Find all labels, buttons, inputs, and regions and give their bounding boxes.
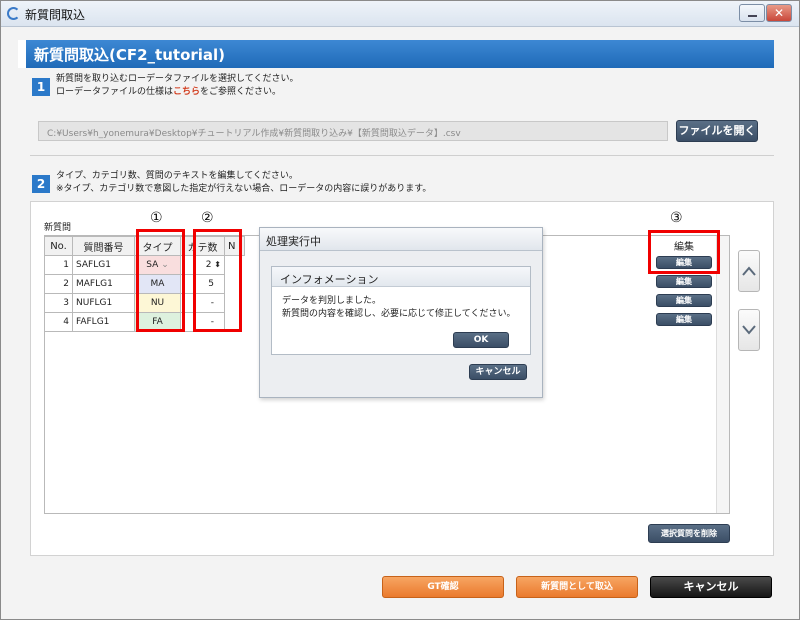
processing-dialog-title: 処理実行中: [260, 228, 542, 251]
cancel-button[interactable]: キャンセル: [650, 576, 772, 598]
chevron-up-icon: [742, 266, 756, 276]
highlight-type-column: [136, 229, 185, 332]
gt-check-button[interactable]: GT確認: [382, 576, 504, 598]
title-bar: 新質問取込 ✕: [1, 1, 799, 27]
row-id: FAFLG1: [72, 312, 135, 332]
step-1-line2-text: ローデータファイルの仕様は: [56, 87, 174, 97]
step-2-line2: ※タイプ、カテゴリ数で意図した指定が行えない場合、ローデータの内容に誤りがありま…: [56, 184, 432, 194]
section-label: 新質問: [44, 223, 72, 233]
page-title: 新質問取込(CF2_tutorial): [34, 46, 226, 64]
info-dialog-title: インフォメーション: [272, 267, 530, 287]
step-1-instructions: 新質問を取り込むローデータファイルを選択してください。 ローデータファイルの仕様…: [56, 73, 298, 99]
list-scrollbar[interactable]: [716, 236, 729, 513]
highlight-edit-column: [648, 230, 720, 274]
page-header: 新質問取込(CF2_tutorial): [18, 40, 774, 68]
move-up-button[interactable]: [738, 250, 760, 292]
row-id: NUFLG1: [72, 293, 135, 313]
marker-1: ①: [150, 210, 163, 226]
row-no: 2: [44, 274, 73, 294]
marker-3: ③: [670, 210, 683, 226]
app-icon: [7, 7, 20, 20]
col-no: No.: [44, 236, 73, 256]
col-id: 質問番号: [72, 236, 135, 256]
close-icon: ✕: [773, 6, 785, 20]
step-1-line1: 新質問を取り込むローデータファイルを選択してください。: [56, 74, 299, 84]
row-no: 1: [44, 255, 73, 275]
step-2-instructions: タイプ、カテゴリ数、質問のテキストを編集してください。 ※タイプ、カテゴリ数で意…: [56, 170, 431, 196]
delete-selected-button[interactable]: 選択質問を削除: [648, 524, 730, 543]
import-button[interactable]: 新質問として取込: [516, 576, 638, 598]
step-1-line2: ローデータファイルの仕様はこちらをご参照ください。: [56, 86, 298, 99]
step-1-line2-suffix: をご参照ください。: [200, 87, 282, 97]
info-message: データを判別しました。 新質問の内容を確認し、必要に応じて修正してください。: [282, 295, 515, 321]
spec-link[interactable]: こちら: [173, 87, 200, 97]
highlight-category-column: [193, 229, 242, 332]
step-2-badge: 2: [32, 175, 50, 193]
file-path-field[interactable]: C:¥Users¥h_yonemura¥Desktop¥チュートリアル作成¥新質…: [38, 121, 668, 141]
chevron-down-icon: [742, 325, 756, 335]
row-no: 3: [44, 293, 73, 313]
row-id: MAFLG1: [72, 274, 135, 294]
minimize-button[interactable]: [739, 4, 765, 22]
row-no: 4: [44, 312, 73, 332]
step-2-line1: タイプ、カテゴリ数、質問のテキストを編集してください。: [56, 171, 298, 181]
divider: [30, 155, 774, 156]
ok-button[interactable]: OK: [453, 332, 509, 348]
move-down-button[interactable]: [738, 309, 760, 351]
edit-button[interactable]: 編集: [656, 313, 712, 326]
info-message-line2: 新質問の内容を確認し、必要に応じて修正してください。: [282, 309, 516, 319]
step-1-badge: 1: [32, 78, 50, 96]
dialog-cancel-button[interactable]: キャンセル: [469, 364, 527, 380]
open-file-button[interactable]: ファイルを開く: [676, 120, 758, 142]
marker-2: ②: [201, 210, 214, 226]
row-id: SAFLG1: [72, 255, 135, 275]
edit-button[interactable]: 編集: [656, 275, 712, 288]
window-title: 新質問取込: [25, 8, 86, 22]
close-button[interactable]: ✕: [766, 4, 792, 22]
edit-button[interactable]: 編集: [656, 294, 712, 307]
info-message-line1: データを判別しました。: [282, 296, 382, 306]
